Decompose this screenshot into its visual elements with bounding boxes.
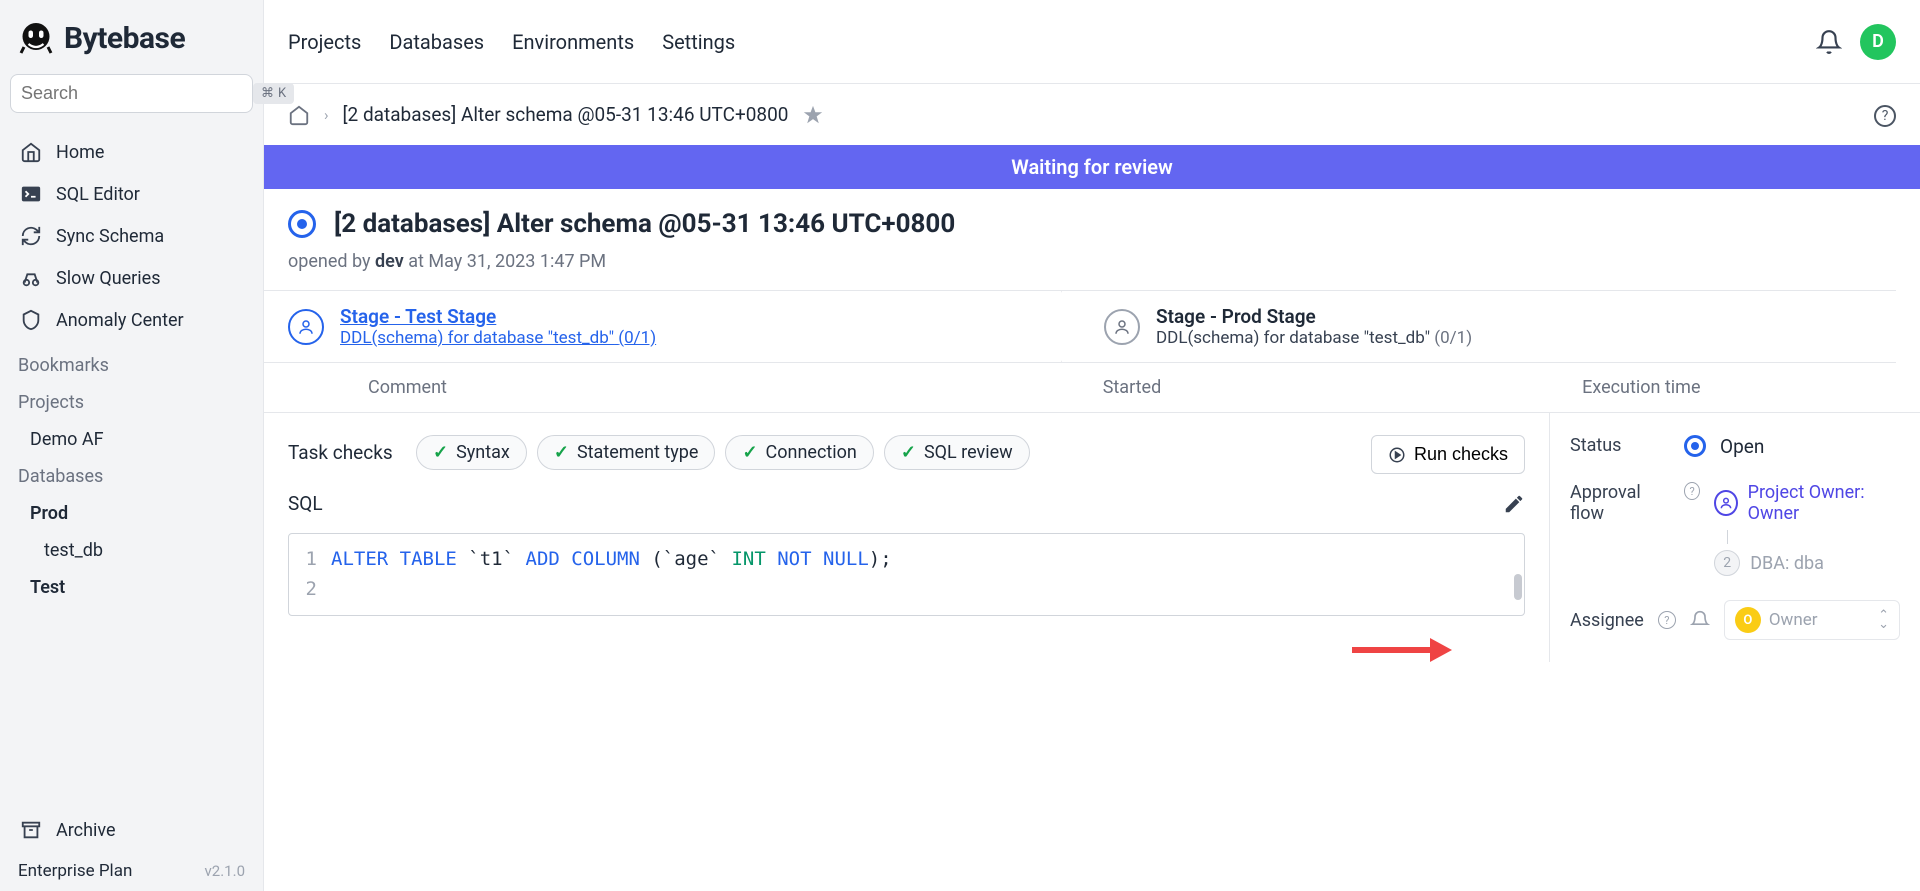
archive-icon bbox=[20, 819, 42, 841]
databases-section: Databases bbox=[0, 458, 263, 495]
nav-archive-label: Archive bbox=[56, 820, 116, 841]
sql-label: SQL bbox=[288, 492, 323, 515]
chevron-updown-icon: ⌃⌄ bbox=[1878, 611, 1889, 629]
project-item[interactable]: Demo AF bbox=[0, 421, 263, 458]
db-item-test-db[interactable]: test_db bbox=[0, 532, 263, 569]
stage-prod[interactable]: Stage - Prod Stage DDL(schema) for datab… bbox=[1080, 291, 1896, 362]
edit-icon[interactable] bbox=[1503, 493, 1525, 515]
gauge-icon bbox=[20, 267, 42, 289]
nav-anomaly-center-label: Anomaly Center bbox=[56, 310, 184, 331]
stage-prod-sub: DDL(schema) for database "test_db" (0/1) bbox=[1156, 328, 1472, 348]
search-field[interactable] bbox=[21, 83, 253, 104]
chevron-right-icon: › bbox=[324, 106, 329, 124]
bell-icon[interactable] bbox=[1816, 29, 1842, 55]
check-pill-statement-type[interactable]: ✓Statement type bbox=[537, 435, 716, 470]
check-pill-connection[interactable]: ✓Connection bbox=[725, 435, 873, 470]
bytebase-logo-icon bbox=[18, 20, 54, 56]
nav-slow-queries[interactable]: Slow Queries bbox=[0, 257, 263, 299]
status-value: Open bbox=[1720, 435, 1764, 458]
logo-text: Bytebase bbox=[64, 21, 185, 56]
check-icon: ✓ bbox=[433, 442, 448, 463]
th-started: Started bbox=[877, 377, 1386, 398]
check-pill-syntax[interactable]: ✓Syntax bbox=[416, 435, 527, 470]
topnav-settings[interactable]: Settings bbox=[662, 30, 735, 54]
stages-bar: Stage - Test Stage DDL(schema) for datab… bbox=[264, 290, 1896, 363]
db-group-test[interactable]: Test bbox=[0, 569, 263, 606]
nav-sync-schema-label: Sync Schema bbox=[56, 226, 164, 247]
flow-connector bbox=[1727, 530, 1728, 544]
version-label: v2.1.0 bbox=[205, 862, 245, 880]
help-icon[interactable]: ? bbox=[1684, 482, 1700, 500]
search-input[interactable]: ⌘ K bbox=[10, 74, 253, 113]
sidebar: Bytebase ⌘ K Home SQL Editor Sync bbox=[0, 0, 264, 891]
issue-subtitle: opened by dev at May 31, 2023 1:47 PM bbox=[264, 247, 1920, 290]
nav-anomaly-center[interactable]: Anomaly Center bbox=[0, 299, 263, 341]
scrollbar-thumb[interactable] bbox=[1514, 574, 1522, 600]
sidebar-nav: Home SQL Editor Sync Schema Slow Queries… bbox=[0, 125, 263, 347]
stage-test[interactable]: Stage - Test Stage DDL(schema) for datab… bbox=[264, 291, 1080, 362]
stage-prod-title: Stage - Prod Stage bbox=[1156, 305, 1472, 328]
logo[interactable]: Bytebase bbox=[0, 0, 263, 74]
stage-test-sub: DDL(schema) for database "test_db" (0/1) bbox=[340, 328, 656, 348]
nav-sql-editor-label: SQL Editor bbox=[56, 184, 140, 205]
main: Projects Databases Environments Settings… bbox=[264, 0, 1920, 891]
topnav-projects[interactable]: Projects bbox=[288, 30, 361, 54]
projects-section: Projects bbox=[0, 384, 263, 421]
status-banner: Waiting for review bbox=[264, 145, 1920, 189]
th-comment: Comment bbox=[288, 377, 877, 398]
sql-editor[interactable]: 1ALTER TABLE `t1` ADD COLUMN (`age` INT … bbox=[288, 533, 1525, 616]
help-icon[interactable]: ? bbox=[1874, 105, 1896, 127]
breadcrumb: › [2 databases] Alter schema @05-31 13:4… bbox=[264, 84, 1920, 145]
approval-step-1[interactable]: Project Owner: Owner bbox=[1748, 482, 1900, 524]
task-checks-label: Task checks bbox=[288, 435, 398, 464]
top-nav: Projects Databases Environments Settings… bbox=[264, 0, 1920, 84]
approval-flow-row: Approval flow ? Project Owner: Owner bbox=[1570, 482, 1900, 576]
check-icon: ✓ bbox=[742, 442, 757, 463]
topnav-databases[interactable]: Databases bbox=[389, 30, 484, 54]
star-icon[interactable] bbox=[802, 104, 824, 126]
user-icon bbox=[288, 309, 324, 345]
home-icon bbox=[20, 141, 42, 163]
shield-icon bbox=[20, 309, 42, 331]
nav-home[interactable]: Home bbox=[0, 131, 263, 173]
play-icon bbox=[1388, 446, 1406, 464]
user-avatar[interactable]: D bbox=[1860, 24, 1896, 60]
home-icon[interactable] bbox=[288, 104, 310, 126]
user-icon bbox=[1714, 490, 1737, 516]
nav-slow-queries-label: Slow Queries bbox=[56, 268, 160, 289]
assignee-name: Owner bbox=[1769, 610, 1818, 630]
status-open-icon bbox=[1684, 435, 1706, 457]
nav-sql-editor[interactable]: SQL Editor bbox=[0, 173, 263, 215]
nav-sync-schema[interactable]: Sync Schema bbox=[0, 215, 263, 257]
task-table-header: Comment Started Execution time bbox=[264, 363, 1920, 413]
assignee-avatar: O bbox=[1735, 607, 1761, 633]
sync-icon bbox=[20, 225, 42, 247]
check-pill-sql-review[interactable]: ✓SQL review bbox=[884, 435, 1030, 470]
run-checks-button[interactable]: Run checks bbox=[1371, 435, 1525, 474]
stage-test-title: Stage - Test Stage bbox=[340, 305, 656, 328]
status-row: Status Open bbox=[1570, 435, 1900, 458]
db-group-prod[interactable]: Prod bbox=[0, 495, 263, 532]
check-icon: ✓ bbox=[554, 442, 569, 463]
approval-step-2: DBA: dba bbox=[1750, 553, 1824, 574]
check-icon: ✓ bbox=[901, 442, 916, 463]
topnav-environments[interactable]: Environments bbox=[512, 30, 634, 54]
help-icon[interactable]: ? bbox=[1658, 611, 1676, 629]
page-title: [2 databases] Alter schema @05-31 13:46 … bbox=[334, 209, 955, 239]
status-indicator-icon bbox=[288, 210, 316, 238]
assignee-row: Assignee ? O Owner ⌃⌄ bbox=[1570, 600, 1900, 640]
details-panel: Status Open Approval flow ? Pro bbox=[1550, 413, 1920, 662]
nav-archive[interactable]: Archive bbox=[0, 809, 263, 851]
bell-off-icon[interactable] bbox=[1690, 610, 1710, 630]
sidebar-plan-row: Enterprise Plan v2.1.0 bbox=[0, 851, 263, 891]
assignee-select[interactable]: O Owner ⌃⌄ bbox=[1724, 600, 1900, 640]
plan-label: Enterprise Plan bbox=[18, 861, 132, 881]
user-icon bbox=[1104, 309, 1140, 345]
bookmarks-section: Bookmarks bbox=[0, 347, 263, 384]
th-exec: Execution time bbox=[1387, 377, 1896, 398]
step-number-icon: 2 bbox=[1714, 550, 1740, 576]
nav-home-label: Home bbox=[56, 142, 104, 163]
terminal-icon bbox=[20, 183, 42, 205]
breadcrumb-title[interactable]: [2 databases] Alter schema @05-31 13:46 … bbox=[343, 103, 789, 126]
